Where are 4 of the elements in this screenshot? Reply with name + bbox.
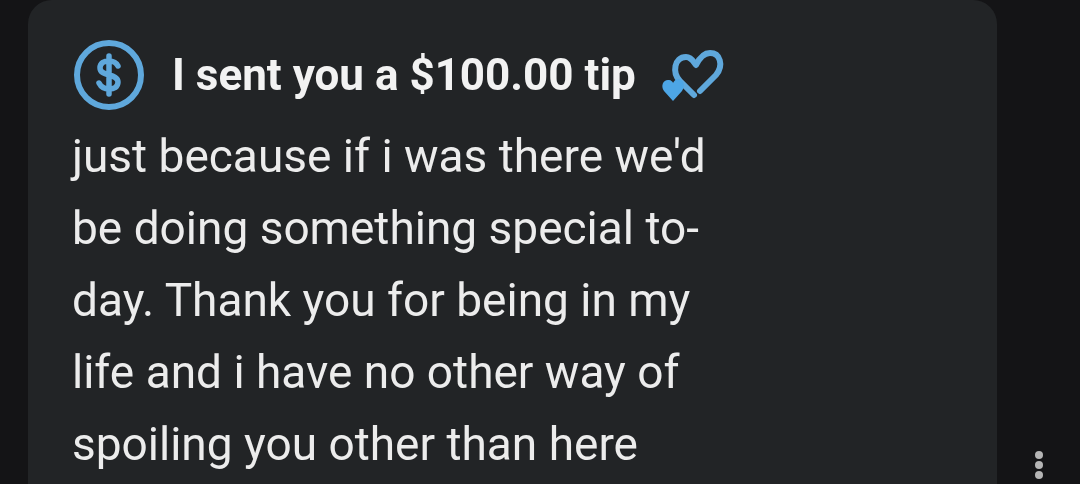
message-text: just because if i was there we'd be doing something special to- day. Thank you for being in my life and i have no other way of spoiling you other than here (72, 128, 707, 473)
dollar-coin-icon (72, 38, 146, 112)
tip-title: I sent you a $100.00 tip (172, 48, 636, 103)
more-options-icon[interactable] (1033, 450, 1044, 480)
